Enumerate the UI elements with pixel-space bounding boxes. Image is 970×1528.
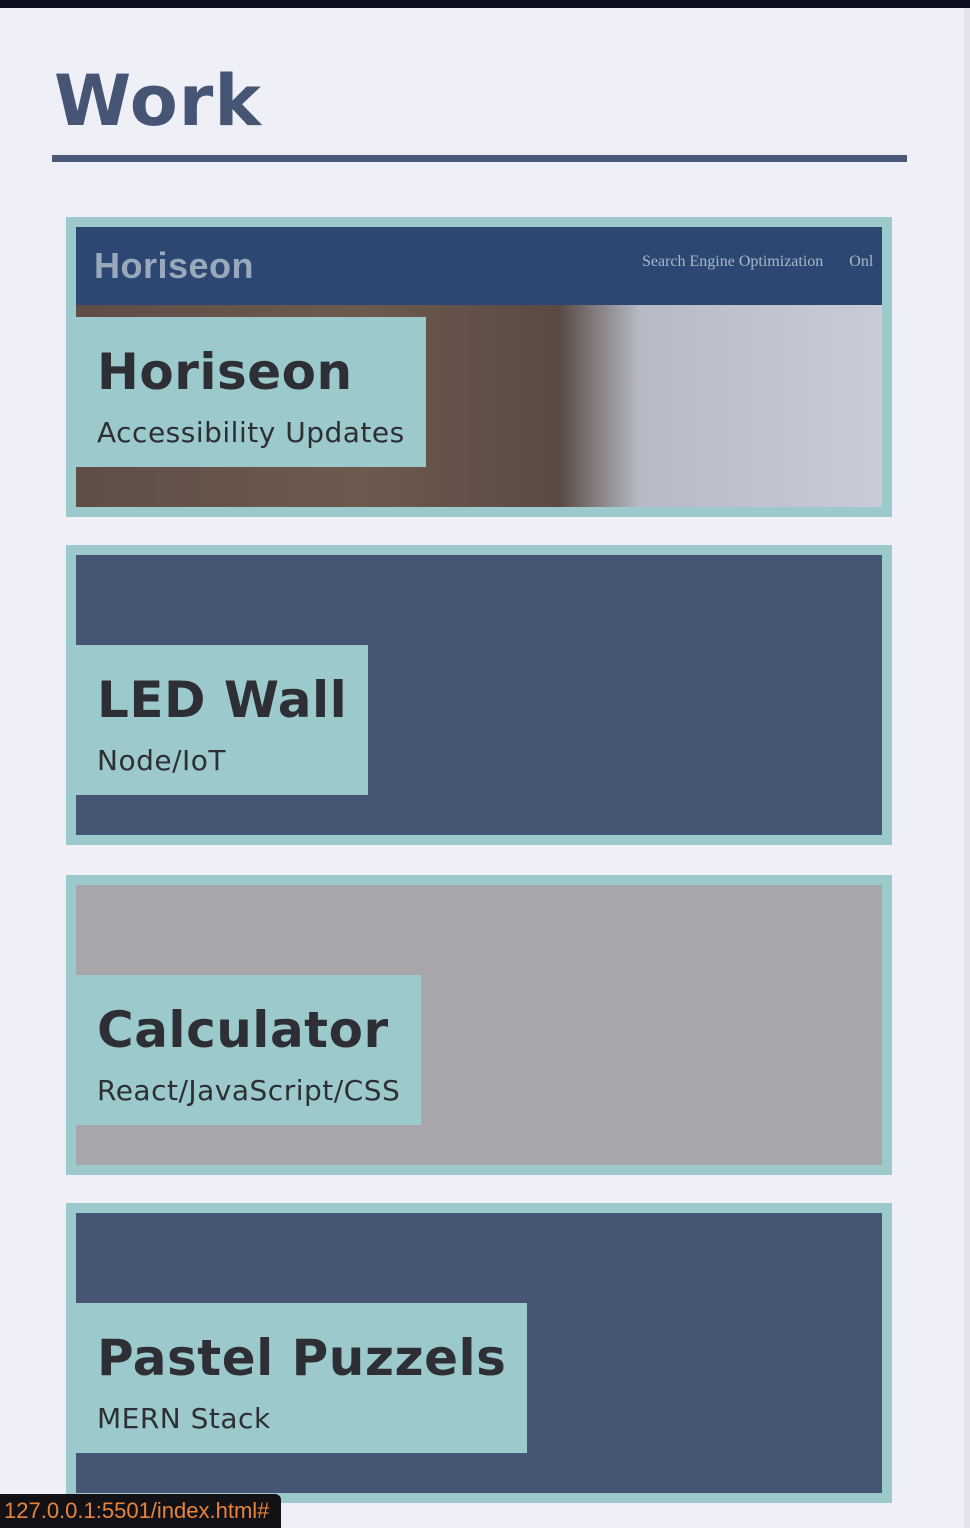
- preview-nav-item: Onl: [849, 253, 874, 270]
- preview-header: Horiseon Search Engine Optimization Onl: [76, 227, 882, 305]
- project-label: LED Wall Node/IoT: [76, 645, 369, 795]
- scrollbar-track[interactable]: [964, 8, 970, 1528]
- project-card-horiseon[interactable]: Horiseon Search Engine Optimization Onl H…: [66, 217, 892, 517]
- section-title: Work: [54, 60, 262, 142]
- top-window-edge: [0, 0, 970, 8]
- project-label: Pastel Puzzels MERN Stack: [76, 1303, 528, 1453]
- project-title: Horiseon: [97, 343, 353, 401]
- preview-nav-item: Search Engine Optimization: [642, 253, 824, 270]
- project-card-pastel-puzzels[interactable]: Pastel Puzzels MERN Stack: [66, 1203, 892, 1503]
- project-title: Calculator: [97, 1001, 389, 1059]
- project-title: Pastel Puzzels: [97, 1329, 507, 1387]
- project-card-led-wall[interactable]: LED Wall Node/IoT: [66, 545, 892, 845]
- project-subtitle: MERN Stack: [97, 1402, 271, 1435]
- project-label: Horiseon Accessibility Updates: [76, 317, 426, 467]
- link-status-bar: 127.0.0.1:5501/index.html#: [0, 1494, 282, 1528]
- project-subtitle: Node/IoT: [97, 744, 227, 777]
- project-subtitle: Accessibility Updates: [97, 416, 405, 449]
- title-divider: [52, 155, 907, 162]
- project-title: LED Wall: [97, 671, 348, 729]
- project-subtitle: React/JavaScript/CSS: [97, 1074, 401, 1107]
- project-card-calculator[interactable]: Calculator React/JavaScript/CSS: [66, 875, 892, 1175]
- preview-logo: Horiseon: [94, 245, 255, 286]
- project-label: Calculator React/JavaScript/CSS: [76, 975, 422, 1125]
- preview-nav: Search Engine Optimization Onl: [642, 253, 882, 271]
